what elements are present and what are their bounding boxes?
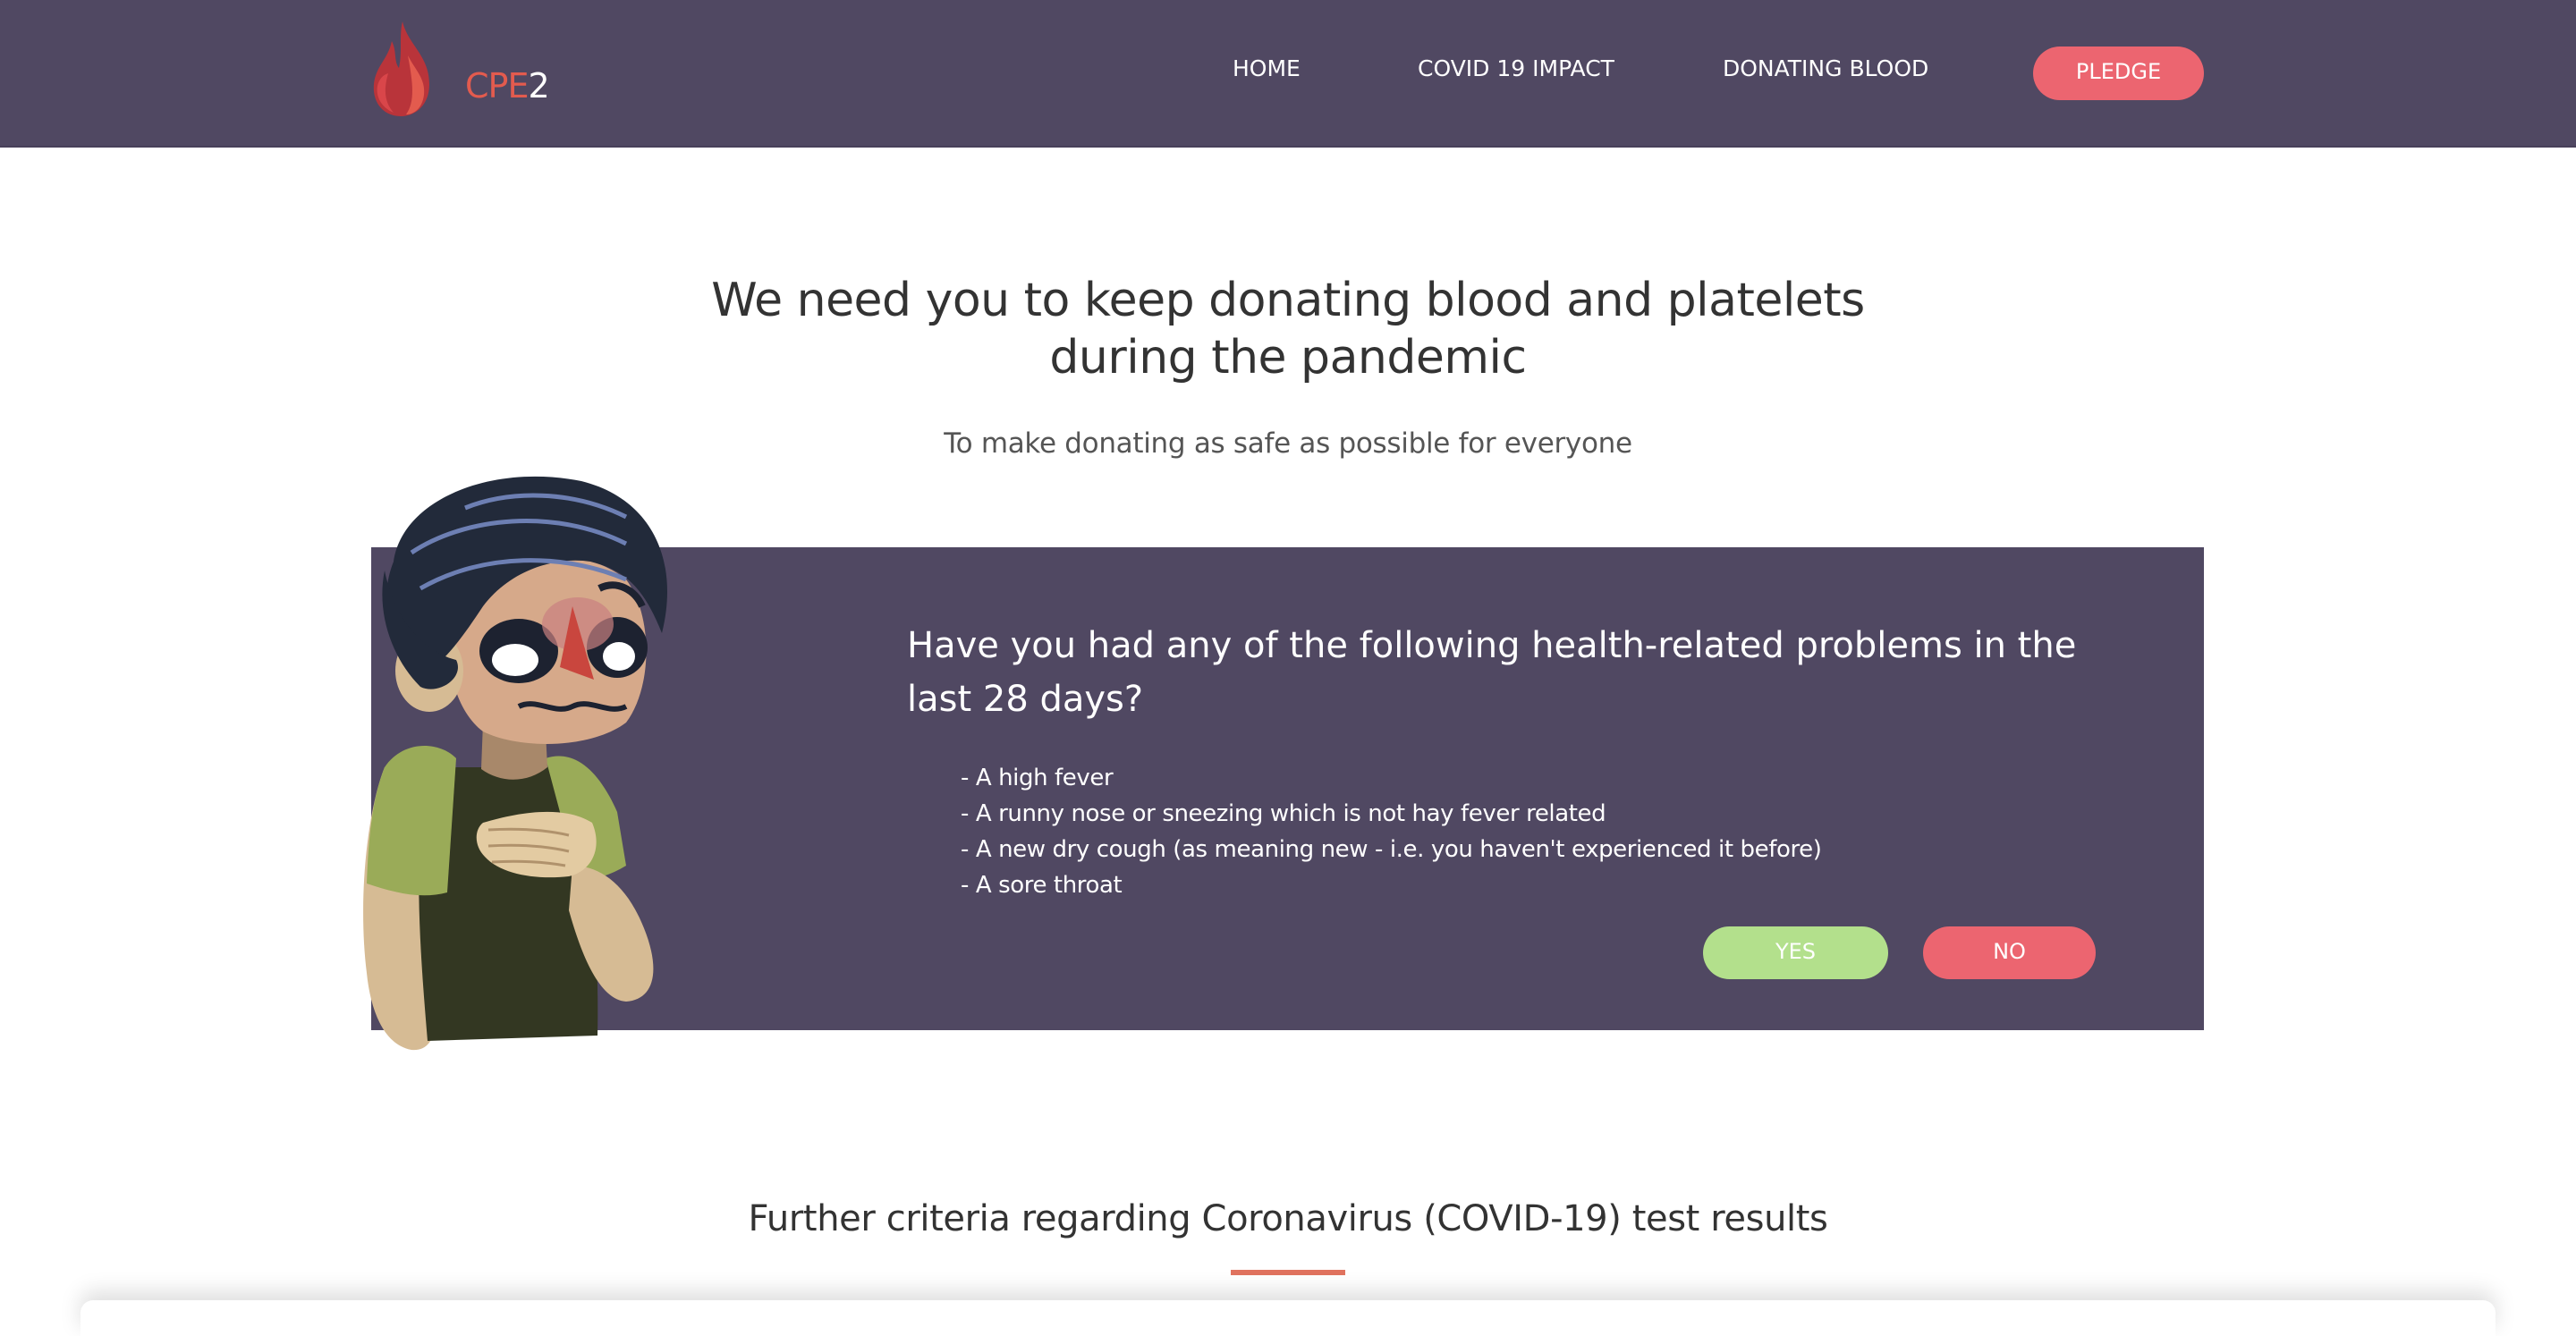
nav-link-donating-blood[interactable]: DONATING BLOOD <box>1723 55 1928 81</box>
nav-link-covid-impact[interactable]: COVID 19 IMPACT <box>1418 55 1614 81</box>
pledge-button[interactable]: PLEDGE <box>2033 47 2204 100</box>
logo-wordmark: CPE2 <box>465 66 550 106</box>
hero-title-line-2: during the pandemic <box>1049 331 1527 385</box>
logo-name-suffix: 2 <box>528 66 549 106</box>
no-button[interactable]: NO <box>1923 926 2096 979</box>
logo-name-prefix: CPE <box>465 66 529 106</box>
symptom-list: - A high fever - A runny nose or sneezin… <box>961 760 1822 903</box>
top-navbar: CPE2 HOME COVID 19 IMPACT DONATING BLOOD… <box>0 0 2576 148</box>
criteria-card-top-edge <box>80 1300 2496 1336</box>
sick-person-illustration <box>363 476 667 1051</box>
yes-button[interactable]: YES <box>1703 926 1888 979</box>
criteria-section-title: Further criteria regarding Coronavirus (… <box>748 1198 1828 1239</box>
section-title-underline <box>1231 1270 1345 1275</box>
site-logo[interactable]: CPE2 <box>367 20 564 118</box>
health-question-title: Have you had any of the following health… <box>907 625 2077 720</box>
hero-title-line-1: We need you to keep donating blood and p… <box>711 274 1865 327</box>
symptom-item: - A sore throat <box>961 872 1123 899</box>
symptom-item: - A high fever <box>961 765 1114 791</box>
symptom-item: - A runny nose or sneezing which is not … <box>961 800 1606 827</box>
symptom-item: - A new dry cough (as meaning new - i.e.… <box>961 836 1822 863</box>
flame-logo-icon <box>373 21 429 116</box>
hero-subtitle: To make donating as safe as possible for… <box>944 427 1632 460</box>
nav-link-home[interactable]: HOME <box>1233 55 1301 81</box>
hero-title: We need you to keep donating blood and p… <box>698 272 1878 386</box>
